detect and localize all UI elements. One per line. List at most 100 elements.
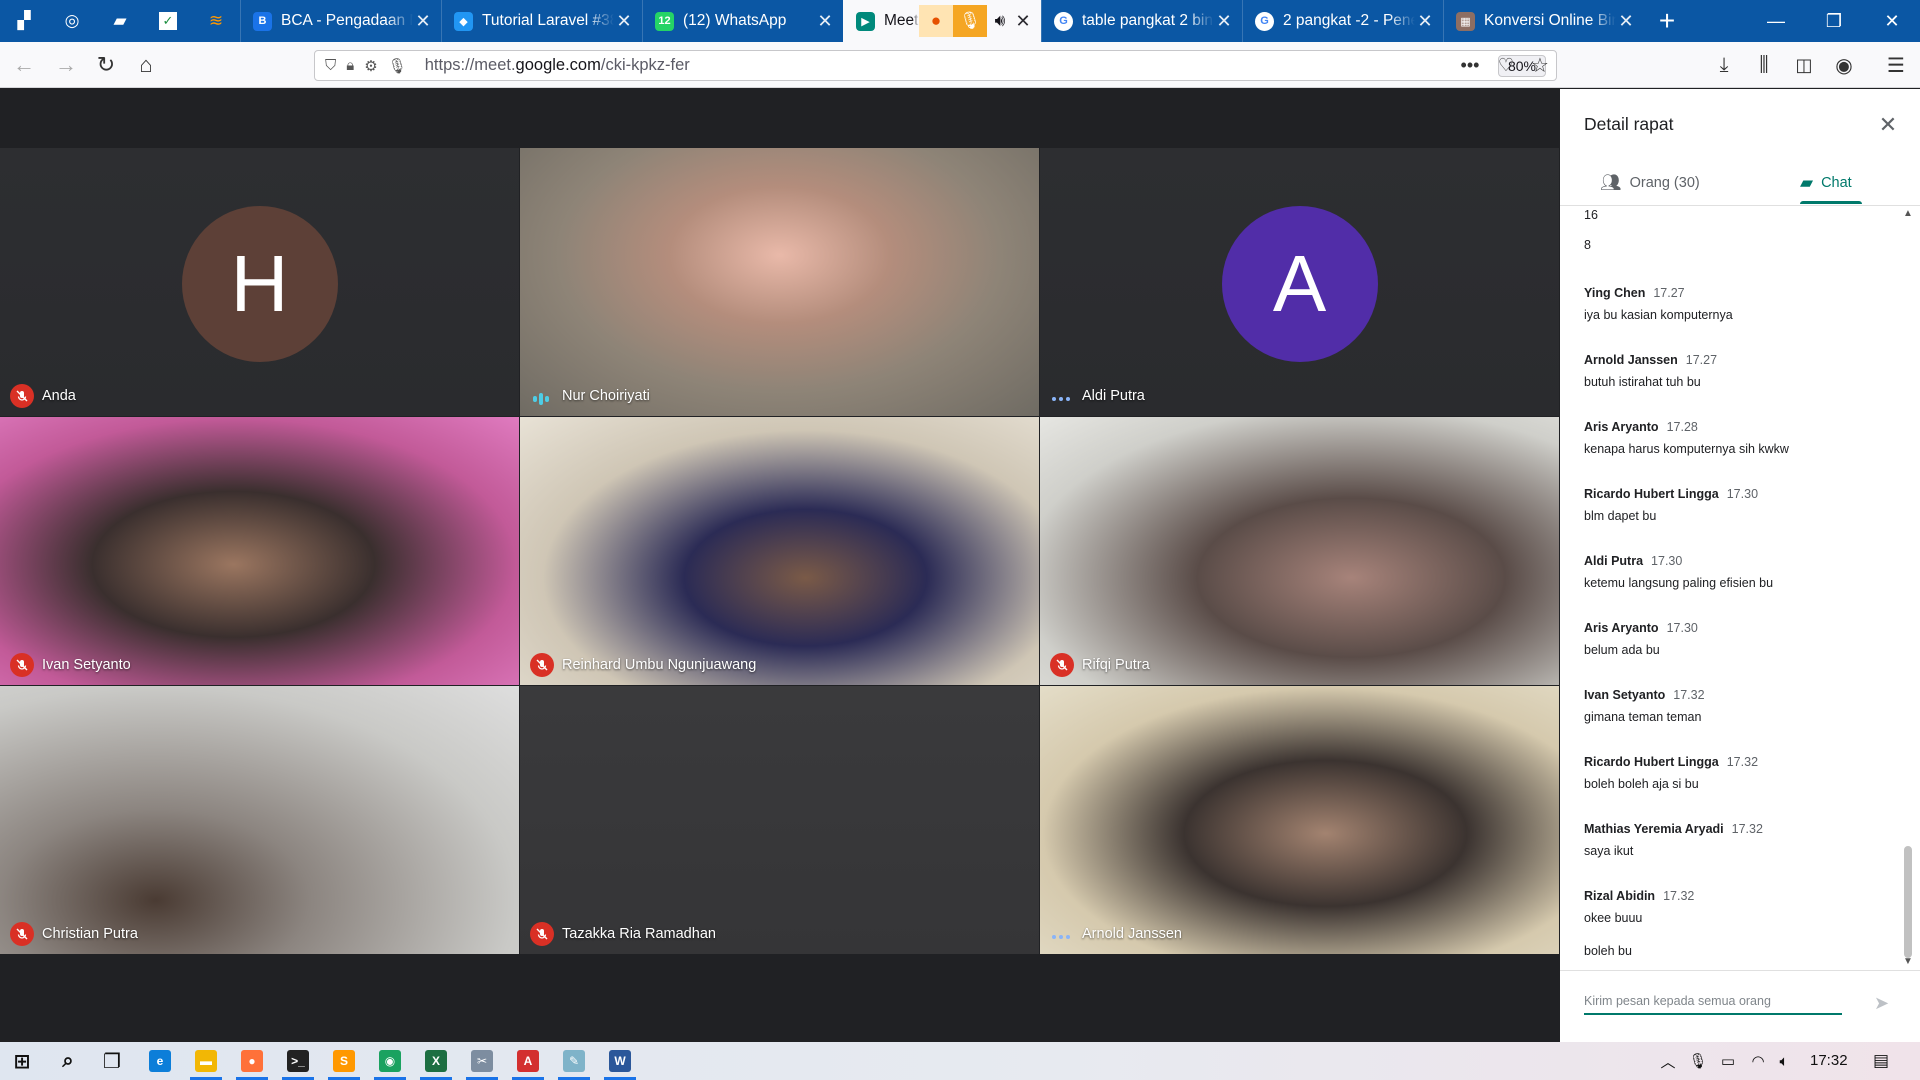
pocket-button[interactable]: ♡	[1490, 49, 1522, 81]
taskbar-clock[interactable]: 17:32	[1810, 1042, 1848, 1080]
microphone-icon[interactable]: 🎙︎	[388, 57, 407, 75]
close-panel-button[interactable]: ✕	[1874, 111, 1902, 139]
participant-tile[interactable]: Nur Choiriyati	[520, 148, 1039, 416]
close-tab-icon[interactable]: ✕	[1013, 11, 1033, 32]
reload-button[interactable]: ↻	[90, 49, 122, 81]
lock-icon[interactable]: 🔒︎	[346, 57, 354, 74]
close-tab-icon[interactable]: ✕	[1214, 11, 1234, 32]
close-tab-icon[interactable]: ✕	[1415, 11, 1435, 32]
speaker-icon[interactable]: 🔊︎	[987, 5, 1013, 37]
scroll-up-arrow[interactable]: ▲	[1900, 208, 1916, 222]
pinned-tab-2[interactable]: ◎	[48, 0, 96, 42]
participant-tile[interactable]: Christian Putra	[0, 686, 519, 954]
taskbar-search-button[interactable]: ⌕	[46, 1042, 90, 1080]
hamburger-icon: ☰	[1887, 54, 1905, 77]
chat-sender: Ricardo Hubert Lingga	[1584, 487, 1719, 501]
chat-scrollbar[interactable]: ▲ ▼	[1900, 208, 1916, 970]
browser-tab[interactable]: ◆ Tutorial Laravel #38 : Membuat✕	[441, 0, 642, 42]
chevron-up-icon[interactable]: ︿	[1656, 1042, 1680, 1080]
minimize-button[interactable]: —	[1748, 0, 1804, 42]
participant-tile[interactable]: A Aldi Putra	[1040, 148, 1559, 416]
taskbar-chrome-button[interactable]: ◉	[368, 1042, 412, 1080]
participant-tile[interactable]: Rifqi Putra	[1040, 417, 1559, 685]
sidebar-button[interactable]: ◫	[1788, 49, 1820, 81]
participant-tile[interactable]: Reinhard Umbu Ngunjuawang	[520, 417, 1039, 685]
chat-timestamp: 17.32	[1726, 755, 1759, 769]
library-button[interactable]: ⫼	[1748, 49, 1780, 81]
pinned-tab-3[interactable]: ▰	[96, 0, 144, 42]
taskbar-snipping-button[interactable]: ✂	[460, 1042, 504, 1080]
home-button[interactable]: ⌂	[130, 49, 162, 81]
pinned-tab-4[interactable]: ✓	[144, 0, 192, 42]
taskbar-sublime-button[interactable]: S	[322, 1042, 366, 1080]
taskbar-file-explorer-button[interactable]: ▬	[184, 1042, 228, 1080]
chat-message-header: Aldi Putra 17.30	[1584, 554, 1884, 568]
scroll-down-arrow[interactable]: ▼	[1900, 956, 1916, 970]
pinned-tab-1[interactable]: ▞	[0, 0, 48, 42]
chat-message-header: Aris Aryanto 17.30	[1584, 621, 1884, 635]
browser-tab[interactable]: ▦ Konversi Online Biner✕	[1443, 0, 1644, 42]
chat-message-header: Mathias Yeremia Aryadi 17.32	[1584, 822, 1884, 836]
chat-message-header: Ying Chen 17.27	[1584, 286, 1884, 300]
taskbar-start-button[interactable]: ⊞	[0, 1042, 44, 1080]
close-window-button[interactable]: ✕	[1864, 0, 1920, 42]
permissions-icon[interactable]: ⚙	[364, 57, 377, 75]
downloads-button[interactable]: ⤓	[1708, 49, 1740, 81]
microphone-tray-icon[interactable]: 🎙︎	[1686, 1042, 1710, 1080]
taskbar-word-button[interactable]: W	[598, 1042, 642, 1080]
chat-message-list[interactable]: 16 8 Ying Chen 17.27 iya bu kasian komputern…	[1584, 208, 1890, 970]
chat-text: iya bu kasian komputernya	[1584, 308, 1733, 322]
firefox-sharing-icon[interactable]: ●	[919, 5, 953, 37]
taskbar-firefox-button[interactable]: ●	[230, 1042, 274, 1080]
close-tab-icon[interactable]: ✕	[1616, 11, 1636, 32]
pinned-tab-5[interactable]: ≋	[192, 0, 240, 42]
sidebar-icon: ◫	[1795, 54, 1813, 75]
restore-button[interactable]: ❐	[1806, 0, 1862, 42]
close-tab-icon[interactable]: ✕	[413, 11, 433, 32]
back-button[interactable]: ←	[8, 49, 40, 81]
participant-tile[interactable]: Tazakka Ria Ramadhan	[520, 686, 1039, 954]
browser-tab[interactable]: B BCA - Pengadaan Nilai✕	[240, 0, 441, 42]
close-tab-icon[interactable]: ✕	[614, 11, 634, 32]
tab-list: BBCA - Pengadaan Nilai✕◆Tutorial Laravel…	[240, 0, 1644, 42]
tab-people[interactable]: 👥︎ Orang (30)	[1600, 161, 1700, 205]
address-bar[interactable]: ⛉ 🔒︎ ⚙ 🎙︎ https://meet.google.com/cki-kp…	[314, 50, 1557, 81]
chat-message-input[interactable]	[1584, 989, 1842, 1015]
page-actions-button[interactable]: •••	[1454, 49, 1486, 81]
notifications-icon[interactable]: ▤	[1866, 1042, 1896, 1080]
taskbar-excel-button[interactable]: X	[414, 1042, 458, 1080]
people-icon: 👥︎	[1600, 173, 1622, 192]
taskbar-edge-button[interactable]: e	[138, 1042, 182, 1080]
participant-tile[interactable]: Arnold Janssen	[1040, 686, 1559, 954]
browser-tab[interactable]: G 2 pangkat -2 - Penelusuran✕	[1242, 0, 1443, 42]
microphone-sharing-icon[interactable]: 🎙︎	[953, 5, 987, 37]
wifi-icon[interactable]: ◠	[1746, 1042, 1770, 1080]
volume-icon[interactable]: 🔈︎	[1772, 1042, 1796, 1080]
battery-icon[interactable]: ▭	[1714, 1042, 1742, 1080]
tab-chat-label: Chat	[1821, 175, 1852, 191]
reload-icon: ↻	[96, 52, 116, 77]
forward-button[interactable]: →	[50, 49, 82, 81]
url-text[interactable]: https://meet.google.com/cki-kpkz-fer	[425, 56, 690, 75]
tab-chat[interactable]: ▰ Chat	[1800, 161, 1852, 205]
taskbar-notepad-button[interactable]: ✎	[552, 1042, 596, 1080]
close-tab-icon[interactable]: ✕	[815, 11, 835, 32]
chat-message: Ricardo Hubert Lingga 17.32 boleh boleh aj…	[1584, 755, 1884, 791]
browser-tab[interactable]: Gtable pangkat 2 biner ✕	[1041, 0, 1242, 42]
account-button[interactable]: ◉	[1828, 49, 1860, 81]
taskbar-task-view-button[interactable]: ❐	[90, 1042, 134, 1080]
chat-sender: Ricardo Hubert Lingga	[1584, 755, 1719, 769]
new-tab-button[interactable]: +	[1644, 0, 1690, 42]
taskbar-acrobat-button[interactable]: A	[506, 1042, 550, 1080]
taskbar-terminal-button[interactable]: >_	[276, 1042, 320, 1080]
menu-button[interactable]: ☰	[1880, 49, 1912, 81]
scrollbar-thumb[interactable]	[1904, 846, 1912, 958]
participant-tile[interactable]: Ivan Setyanto	[0, 417, 519, 685]
bookmark-button[interactable]: ☆	[1524, 49, 1556, 81]
browser-tab[interactable]: 12 (12) WhatsApp ✕	[642, 0, 843, 42]
shield-icon[interactable]: ⛉	[325, 57, 336, 74]
send-button[interactable]: ➤	[1874, 993, 1889, 1014]
browser-tab[interactable]: ▶ Meet ● 🎙︎ 🔊︎ ✕	[843, 0, 1041, 42]
participant-tile[interactable]: H Anda	[0, 148, 519, 416]
audio-indicator-icon	[1052, 935, 1070, 939]
